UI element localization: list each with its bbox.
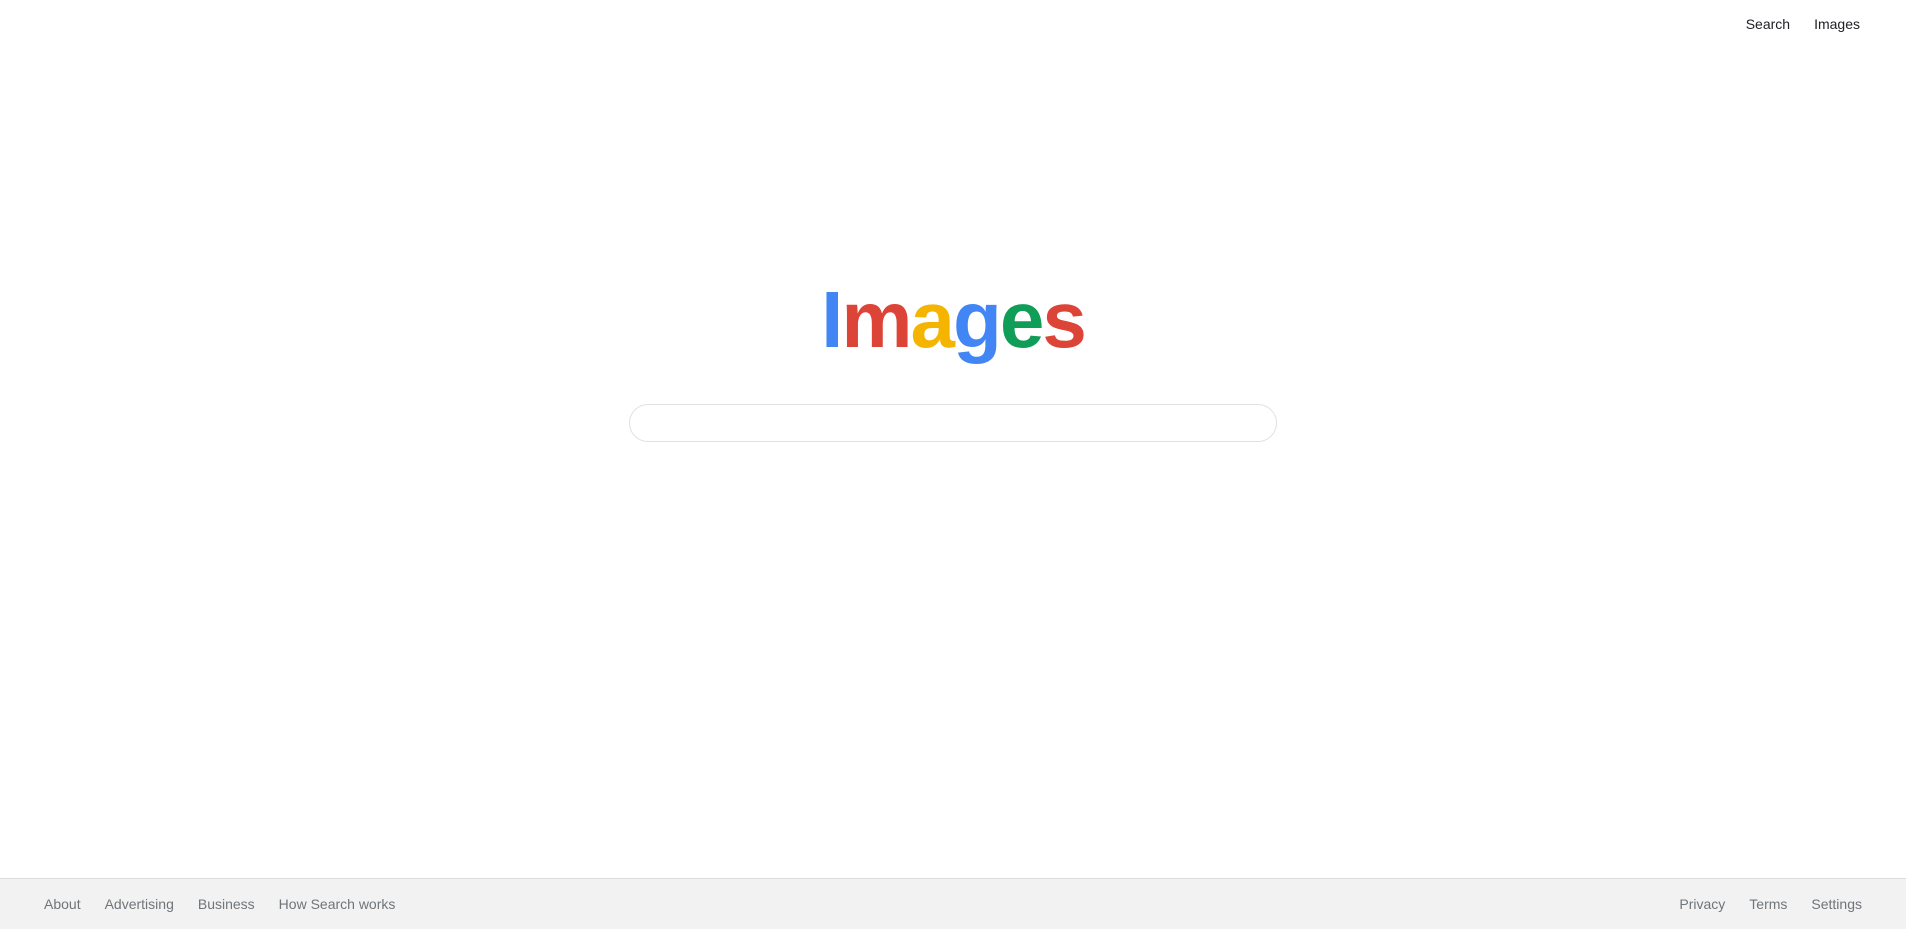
- logo-letter: a: [910, 275, 955, 364]
- logo-letter: I: [821, 275, 843, 364]
- footer-link-about[interactable]: About: [32, 894, 93, 914]
- footer-right-links: Privacy Terms Settings: [1667, 894, 1906, 914]
- footer-left-links: About Advertising Business How Search wo…: [0, 894, 407, 914]
- nav-link-search[interactable]: Search: [1734, 14, 1802, 34]
- logo-letter: g: [953, 275, 1002, 364]
- search-box[interactable]: [629, 404, 1277, 442]
- logo-letter: m: [841, 275, 912, 364]
- logo-letter: s: [1042, 275, 1086, 364]
- top-nav: Search Images: [1734, 14, 1872, 34]
- nav-link-images[interactable]: Images: [1802, 14, 1872, 34]
- footer-link-advertising[interactable]: Advertising: [93, 894, 186, 914]
- images-logo: Images: [0, 270, 1906, 370]
- footer-link-privacy[interactable]: Privacy: [1667, 894, 1737, 914]
- footer-link-business[interactable]: Business: [186, 894, 267, 914]
- footer-link-settings[interactable]: Settings: [1799, 894, 1874, 914]
- footer-link-how-search-works[interactable]: How Search works: [267, 894, 408, 914]
- logo-letter: e: [999, 275, 1044, 364]
- footer: About Advertising Business How Search wo…: [0, 878, 1906, 929]
- search-input[interactable]: [646, 413, 1260, 433]
- footer-link-terms[interactable]: Terms: [1737, 894, 1799, 914]
- page: Search Images Images About Advertising B…: [0, 0, 1906, 929]
